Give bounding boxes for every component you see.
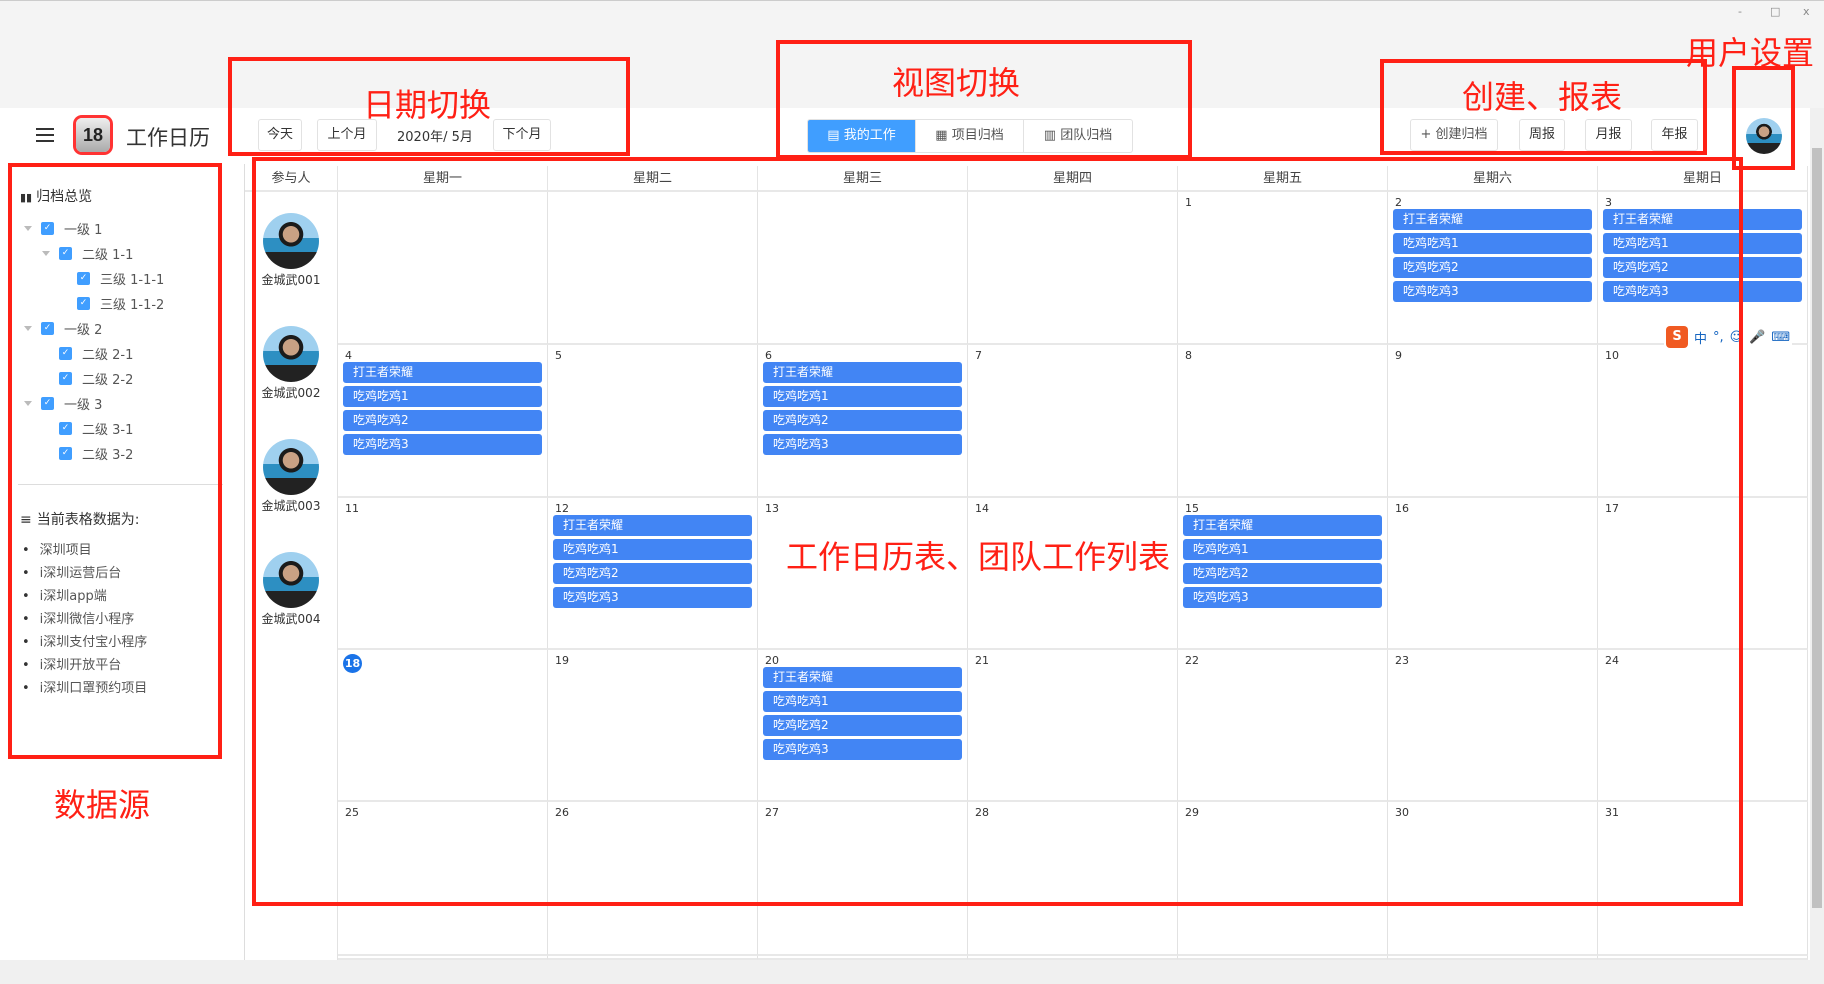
annotation-view-switch: 视图切换: [892, 64, 1021, 102]
keyboard-icon[interactable]: ⌨: [1771, 330, 1790, 345]
microphone-icon[interactable]: 🎤: [1749, 330, 1765, 345]
app-title: 工作日历: [126, 126, 210, 150]
annotation-user-settings: 用户设置: [1686, 34, 1815, 72]
annotation-box-source: [8, 163, 222, 759]
annotation-create-report: 创建、报表: [1462, 78, 1623, 116]
annotation-box-user: [1732, 66, 1795, 170]
scrollbar-thumb[interactable]: [1812, 148, 1822, 908]
scrollbar[interactable]: [1810, 108, 1824, 960]
calendar-logo: 18: [76, 118, 110, 152]
annotation-data-source: 数据源: [54, 786, 151, 824]
annotation-date-switch: 日期切换: [363, 86, 492, 124]
maximize-button[interactable]: □: [1770, 5, 1780, 18]
close-button[interactable]: x: [1803, 5, 1810, 18]
status-bar: [0, 960, 1824, 984]
annotation-calendar-area: 工作日历表、团队工作列表: [786, 538, 1171, 576]
minimize-button[interactable]: -: [1738, 5, 1742, 18]
menu-icon[interactable]: [36, 128, 54, 142]
